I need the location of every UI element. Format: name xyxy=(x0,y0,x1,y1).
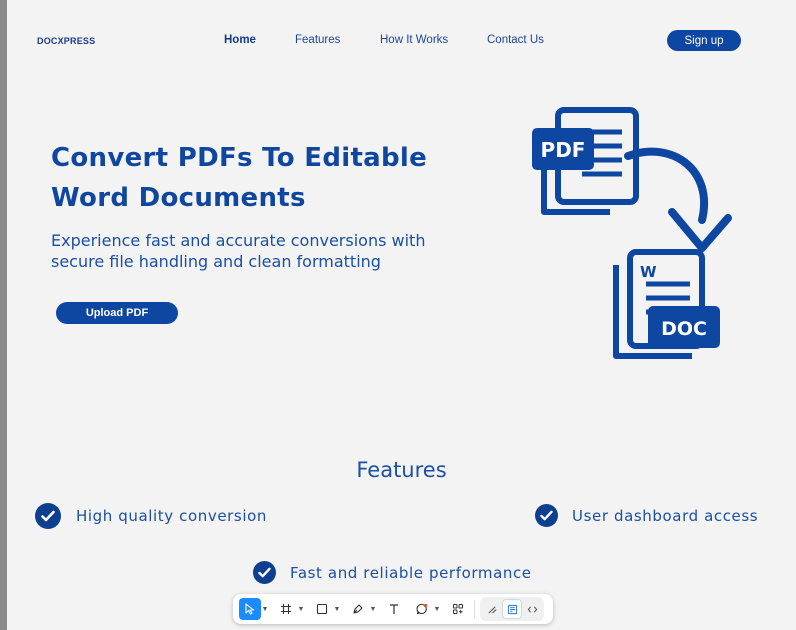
window-edge xyxy=(0,0,7,630)
nav-contact-link[interactable]: Contact Us xyxy=(487,34,544,46)
shape-tool-button[interactable] xyxy=(311,598,333,620)
code-icon xyxy=(527,605,537,613)
logo[interactable]: DOCXPRESS xyxy=(37,36,95,46)
chevron-down-icon[interactable]: ▼ xyxy=(297,606,305,613)
dev-mode-button[interactable] xyxy=(522,599,542,619)
chevron-down-icon[interactable]: ▼ xyxy=(369,606,377,613)
draw-icon xyxy=(487,605,497,614)
mode-switcher xyxy=(480,597,544,621)
feature-label: User dashboard access xyxy=(572,506,759,525)
hero-title-line-1: Convert PDFs To Editable xyxy=(51,143,428,173)
nav-features-link[interactable]: Features xyxy=(295,34,340,46)
design-mode-button[interactable] xyxy=(502,599,522,619)
upload-pdf-button[interactable]: Upload PDF xyxy=(56,302,178,324)
feature-label: High quality conversion xyxy=(76,507,267,525)
pen-icon xyxy=(353,604,363,614)
hero-subtitle: Experience fast and accurate conversions… xyxy=(51,230,491,272)
move-tool-button[interactable] xyxy=(239,598,261,620)
actions-tool-button[interactable] xyxy=(447,598,469,620)
chevron-down-icon[interactable]: ▼ xyxy=(433,606,441,613)
word-letter: W xyxy=(640,263,657,281)
nav-home-link[interactable]: Home xyxy=(224,34,256,46)
draw-mode-button[interactable] xyxy=(482,599,502,619)
design-toolbar: ▼ ▼ ▼ ▼ ▼ xyxy=(233,594,553,624)
features-heading: Features xyxy=(356,458,447,482)
pen-tool-button[interactable] xyxy=(347,598,369,620)
doc-label: DOC xyxy=(661,318,707,340)
pdf-to-doc-illustration: PDF W DOC xyxy=(532,107,732,359)
comment-icon xyxy=(416,603,428,615)
feature-item: Fast and reliable performance xyxy=(253,561,532,584)
check-icon xyxy=(535,504,558,527)
signup-button[interactable]: Sign up xyxy=(667,30,741,51)
nav-how-it-works-link[interactable]: How It Works xyxy=(380,34,448,46)
check-icon xyxy=(253,561,276,584)
comment-tool-button[interactable] xyxy=(411,598,433,620)
check-icon xyxy=(35,503,61,529)
hero-subtitle-line-1: Experience fast and accurate conversions… xyxy=(51,231,426,250)
feature-item: High quality conversion xyxy=(35,503,267,529)
word-document-icon: W DOC xyxy=(613,249,720,359)
chevron-down-icon[interactable]: ▼ xyxy=(333,606,341,613)
actions-icon xyxy=(453,604,463,614)
hero-title: Convert PDFs To Editable Word Documents xyxy=(51,138,491,218)
frame-tool-button[interactable] xyxy=(275,598,297,620)
cursor-icon xyxy=(245,603,255,615)
text-tool-button[interactable] xyxy=(383,598,405,620)
hero-title-line-2: Word Documents xyxy=(51,183,306,213)
text-icon xyxy=(390,604,398,614)
feature-label: Fast and reliable performance xyxy=(290,563,532,582)
rectangle-icon xyxy=(316,603,328,615)
toolbar-divider xyxy=(474,600,475,618)
landing-page: DOCXPRESS Home Features How It Works Con… xyxy=(7,0,796,630)
pdf-document-icon: PDF xyxy=(532,107,639,215)
design-icon xyxy=(507,604,517,614)
chevron-down-icon[interactable]: ▼ xyxy=(261,606,269,613)
hero-subtitle-line-2: secure file handling and clean formattin… xyxy=(51,252,381,271)
feature-item: User dashboard access xyxy=(535,504,758,527)
arrow-icon xyxy=(624,147,732,252)
frame-icon xyxy=(281,604,291,614)
pdf-label: PDF xyxy=(541,138,586,162)
